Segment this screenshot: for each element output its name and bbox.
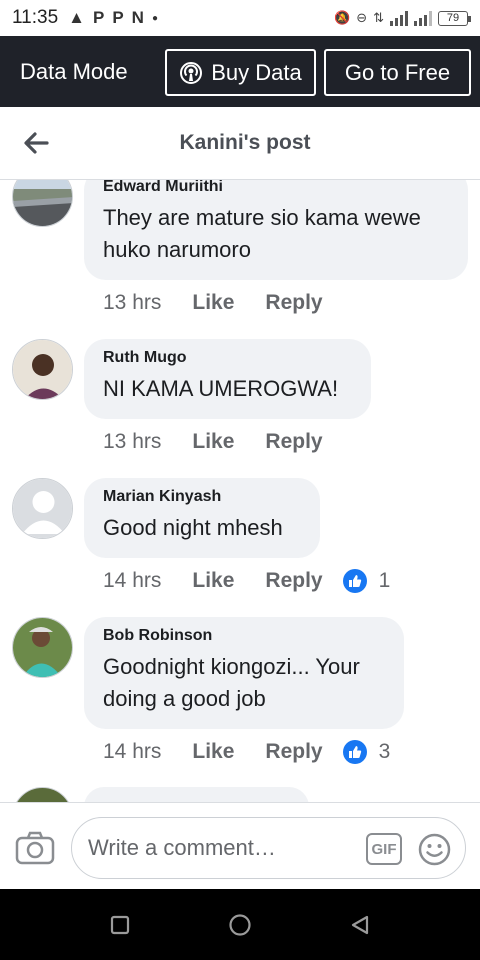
avatar[interactable] bbox=[12, 787, 73, 802]
data-arrows-icon: ⇅ bbox=[373, 10, 384, 25]
avatar[interactable] bbox=[12, 478, 73, 539]
signal-icon-2 bbox=[414, 10, 432, 26]
camera-button[interactable] bbox=[15, 831, 55, 865]
comment-actions: 13 hrs Like Reply bbox=[103, 291, 343, 315]
battery-icon: 79 bbox=[438, 10, 471, 26]
comment-time: 13 hrs bbox=[103, 291, 162, 314]
notification-icons: ▲ P P N ● bbox=[68, 8, 158, 28]
smiley-icon bbox=[418, 833, 451, 866]
comment-actions: 13 hrs Like Reply bbox=[103, 430, 343, 454]
avatar[interactable] bbox=[12, 617, 73, 678]
back-arrow-icon bbox=[24, 132, 49, 154]
camera-icon bbox=[15, 831, 55, 865]
comment-text: NI KAMA UMEROGWA! bbox=[103, 376, 339, 401]
battery-level: 79 bbox=[446, 12, 460, 24]
warning-icon: ▲ bbox=[68, 8, 85, 27]
recents-button[interactable] bbox=[104, 909, 136, 941]
home-button[interactable] bbox=[224, 909, 256, 941]
comment-input[interactable] bbox=[71, 817, 466, 879]
status-bar: 11:35 ▲ P P N ● 🔕 ⊖ ⇅ 79 bbox=[0, 0, 480, 36]
thumbs-up-icon bbox=[342, 740, 367, 764]
comment-bubble[interactable] bbox=[84, 787, 309, 802]
broadcast-icon bbox=[180, 61, 203, 84]
dnd-icon: ⊖ bbox=[356, 10, 368, 25]
comment-bubble[interactable]: Ruth Mugo NI KAMA UMEROGWA! bbox=[84, 339, 371, 419]
comment-time: 14 hrs bbox=[103, 740, 162, 763]
data-mode-label: Data Mode bbox=[20, 58, 128, 84]
like-button[interactable]: Like bbox=[192, 291, 234, 315]
go-to-free-label: Go to Free bbox=[344, 59, 451, 85]
reply-button[interactable]: Reply bbox=[265, 430, 322, 454]
app-p-icon: P bbox=[92, 8, 105, 27]
buy-data-button[interactable]: Buy Data bbox=[165, 49, 316, 96]
app-n-icon: N bbox=[131, 8, 144, 27]
post-header: Kanini's post bbox=[0, 107, 480, 180]
avatar[interactable] bbox=[12, 339, 73, 400]
back-nav-button[interactable] bbox=[344, 909, 376, 941]
signal-icon bbox=[390, 10, 408, 26]
buy-data-label: Buy Data bbox=[211, 59, 302, 85]
comment-time: 13 hrs bbox=[103, 430, 162, 453]
system-nav-bar bbox=[0, 889, 480, 960]
mute-icon: 🔕 bbox=[334, 10, 351, 25]
app-p-icon-2: P bbox=[112, 8, 124, 27]
reply-button[interactable]: Reply bbox=[265, 291, 322, 315]
comment-actions: 14 hrs Like Reply 1 bbox=[103, 569, 390, 593]
comment-time: 14 hrs bbox=[103, 569, 162, 592]
comment-list: Edward Muriithi They are mature sio kama… bbox=[0, 180, 480, 802]
data-mode-banner: Data Mode Buy Data Go to Free bbox=[0, 36, 480, 107]
like-button[interactable]: Like bbox=[192, 569, 234, 593]
thumbs-up-icon bbox=[342, 569, 367, 593]
back-button[interactable] bbox=[20, 127, 52, 159]
comment-text: They are mature sio kama wewe huko narum… bbox=[103, 205, 421, 262]
default-profile-icon bbox=[13, 479, 72, 538]
circle-icon bbox=[229, 914, 251, 936]
like-button[interactable]: Like bbox=[192, 740, 234, 764]
system-icons: 🔕 ⊖ ⇅ 79 bbox=[334, 10, 471, 26]
comment-text: Goodnight kiongozi... Your doing a good … bbox=[103, 654, 360, 711]
emoji-button[interactable] bbox=[418, 833, 451, 866]
reaction-count[interactable]: 3 bbox=[342, 740, 391, 764]
like-button[interactable]: Like bbox=[192, 430, 234, 454]
reaction-count-value: 1 bbox=[378, 569, 391, 592]
comment-bubble[interactable]: Marian Kinyash Good night mhesh bbox=[84, 478, 320, 558]
go-to-free-button[interactable]: Go to Free bbox=[324, 49, 471, 96]
comment-author[interactable]: Edward Muriithi bbox=[103, 180, 448, 196]
comment-author[interactable]: Ruth Mugo bbox=[103, 349, 351, 367]
dot-icon: ● bbox=[151, 12, 158, 24]
comment-bubble[interactable]: Bob Robinson Goodnight kiongozi... Your … bbox=[84, 617, 404, 729]
gif-button[interactable]: GIF bbox=[366, 833, 402, 865]
reply-button[interactable]: Reply bbox=[265, 569, 322, 593]
comment-actions: 14 hrs Like Reply 3 bbox=[103, 740, 390, 764]
reaction-count[interactable]: 1 bbox=[342, 569, 391, 593]
page-title: Kanini's post bbox=[179, 131, 311, 154]
avatar[interactable] bbox=[12, 180, 73, 227]
comment-author[interactable]: Marian Kinyash bbox=[103, 488, 300, 506]
triangle-back-icon bbox=[351, 915, 369, 935]
comment-text: Good night mhesh bbox=[103, 515, 283, 540]
reaction-count-value: 3 bbox=[378, 740, 391, 763]
square-icon bbox=[110, 915, 130, 935]
comment-bubble[interactable]: Edward Muriithi They are mature sio kama… bbox=[84, 180, 468, 280]
comment-author[interactable]: Bob Robinson bbox=[103, 627, 384, 645]
comment-composer: GIF bbox=[0, 802, 480, 889]
reply-button[interactable]: Reply bbox=[265, 740, 322, 764]
status-time: 11:35 bbox=[12, 7, 59, 28]
